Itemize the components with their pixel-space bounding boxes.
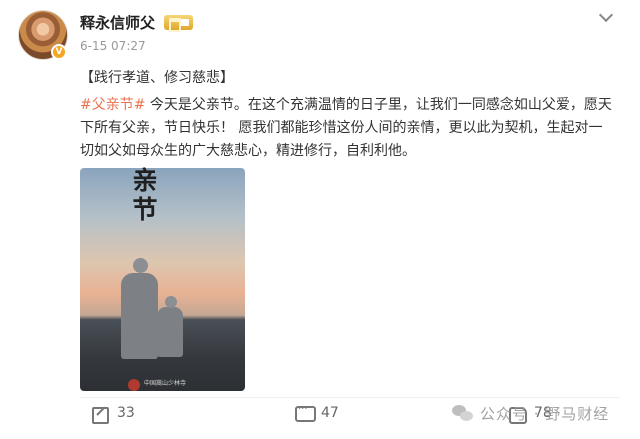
- poster-title: 亲节: [132, 166, 158, 224]
- comment-count: 47: [321, 405, 339, 421]
- post-timestamp[interactable]: 6-15 07:27: [80, 39, 146, 53]
- monk-figure-child: [157, 307, 183, 357]
- post-heading: 【践行孝道、修习慈悲】: [80, 70, 234, 86]
- monk-head-child: [165, 296, 177, 308]
- monk-figure-adult: [121, 273, 158, 359]
- watermark: 公众号 · 野马财经: [452, 400, 609, 426]
- post-body: #父亲节# 今天是父亲节。在这个充满温情的日子里，让我们一同感念如山父爱，愿天下…: [80, 97, 612, 159]
- post-content: 【践行孝道、修习慈悲】 #父亲节# 今天是父亲节。在这个充满温情的日子里，让我们…: [80, 67, 615, 163]
- poster-caption: 中国嵩山少林寺: [144, 380, 187, 387]
- watermark-text: 公众号 · 野马财经: [480, 404, 610, 423]
- comment-icon: [295, 404, 316, 422]
- shaolin-logo-icon: [128, 379, 140, 391]
- share-icon: [91, 404, 109, 424]
- post-image[interactable]: [80, 168, 245, 391]
- post-body-text: 今天是父亲节。在这个充满温情的日子里，让我们一同感念如山父爱，愿天下所有父亲，节…: [80, 97, 612, 159]
- vip-icon[interactable]: [164, 15, 193, 32]
- monk-head-adult: [133, 258, 148, 273]
- action-divider: [80, 397, 620, 398]
- wechat-icon: [452, 404, 474, 422]
- chevron-down-icon[interactable]: [599, 10, 613, 24]
- author-name[interactable]: 释永信师父: [80, 12, 155, 33]
- verified-badge-icon: V: [51, 44, 67, 60]
- share-button[interactable]: 33: [91, 401, 135, 425]
- share-count: 33: [117, 405, 135, 421]
- hashtag-link[interactable]: #父亲节#: [80, 97, 145, 113]
- weibo-post-card: V 释永信师父 6-15 07:27 【践行孝道、修习慈悲】 #父亲节# 今天是…: [0, 0, 640, 439]
- comment-button[interactable]: 47: [295, 401, 339, 425]
